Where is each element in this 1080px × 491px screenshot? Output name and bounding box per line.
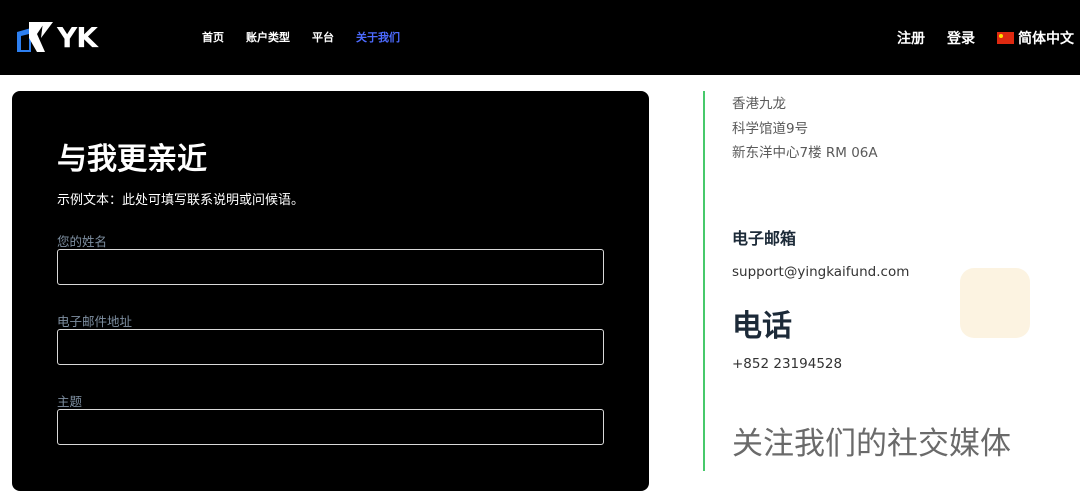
logo-mark-icon [17, 22, 53, 52]
logo-text: YK [57, 20, 98, 54]
social-media-heading: 关注我们的社交媒体 [732, 426, 1011, 462]
language-label: 简体中文 [1018, 31, 1074, 47]
nav-item-account-types[interactable]: 账户类型 [246, 29, 290, 45]
name-input[interactable] [57, 249, 604, 285]
email-heading: 电子邮箱 [732, 229, 797, 248]
nav-item-platform[interactable]: 平台 [312, 29, 334, 45]
account-nav: 注册 登录 简体中文 [897, 28, 1074, 48]
main-nav: 首页 账户类型 平台 关于我们 [202, 29, 422, 45]
email-input[interactable] [57, 329, 604, 365]
phone-number-link[interactable]: +852 23194528 [732, 356, 842, 372]
watermark-logo-icon [960, 268, 1030, 338]
register-link[interactable]: 注册 [897, 28, 925, 48]
name-field-label: 您的姓名 [57, 234, 108, 249]
phone-heading: 电话 [732, 309, 792, 344]
language-selector[interactable]: 简体中文 [997, 28, 1074, 48]
form-title: 与我更亲近 [57, 142, 207, 177]
green-divider [703, 91, 705, 471]
contact-form-card: 与我更亲近 示例文本：此处可填写联系说明或问候语。 您的姓名 电子邮件地址 主题 [12, 91, 649, 491]
address-line: 科学馆道9号 [732, 120, 809, 137]
top-navigation-bar: YK 首页 账户类型 平台 关于我们 注册 登录 简体中文 [0, 0, 1080, 75]
address-line: 新东洋中心7楼 RM 06A [732, 145, 878, 161]
form-subtitle: 示例文本：此处可填写联系说明或问候语。 [57, 193, 305, 208]
email-address-link[interactable]: support@yingkaifund.com [732, 264, 909, 280]
subject-field-label: 主题 [57, 394, 83, 409]
address-block: 香港九龙 科学馆道9号 新东洋中心7楼 RM 06A [732, 92, 878, 166]
login-link[interactable]: 登录 [947, 28, 975, 48]
nav-item-home[interactable]: 首页 [202, 29, 224, 45]
nav-item-about-us[interactable]: 关于我们 [356, 29, 400, 45]
china-flag-icon [997, 32, 1014, 44]
brand-logo[interactable]: YK [15, 20, 98, 54]
subject-input[interactable] [57, 409, 604, 445]
email-field-label: 电子邮件地址 [57, 314, 133, 329]
address-line: 香港九龙 [732, 96, 786, 112]
